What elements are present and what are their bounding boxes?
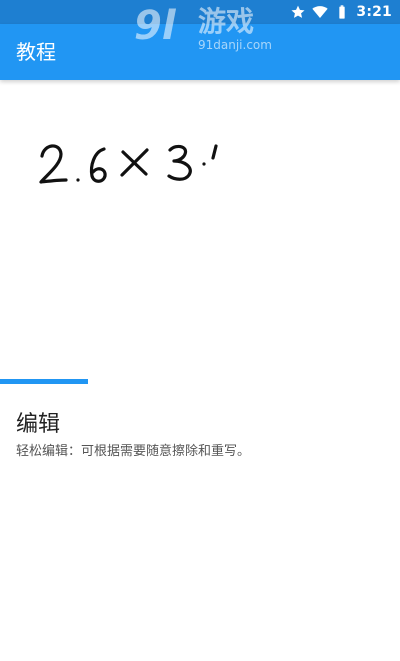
watermark-text: 游戏 [198, 5, 255, 38]
watermark-url: 91danji.com [198, 38, 272, 52]
battery-icon [339, 5, 346, 19]
wifi-icon [312, 6, 329, 18]
handwriting-sample [39, 144, 218, 184]
page-title: 教程 [16, 40, 56, 64]
tutorial-progress-bar [0, 379, 400, 384]
tutorial-progress-fill [0, 379, 88, 384]
site-watermark: 9l 游戏 91danji.com [134, 4, 274, 58]
star-icon [291, 5, 305, 18]
clock-time: 3:21 [356, 4, 392, 20]
step-title: 编辑 [16, 412, 61, 437]
status-icons: 3:21 [290, 3, 392, 21]
step-description: 轻松编辑：可根据需要随意擦除和重写。 [16, 444, 251, 459]
watermark-logo: 9l [134, 3, 176, 49]
